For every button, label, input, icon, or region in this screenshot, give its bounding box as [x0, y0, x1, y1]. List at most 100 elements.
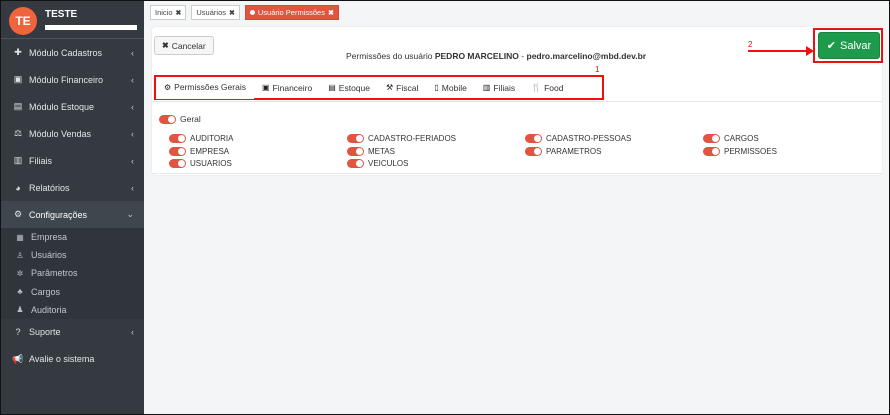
sidebar-subitem-auditoria[interactable]: ♟ Auditoria: [1, 301, 144, 319]
permission-cadastro-feriados: CADASTRO-FERIADOS: [347, 133, 525, 144]
tab-label: Estoque: [338, 82, 370, 93]
sidebar-subitem-usuarios[interactable]: ♙ Usuários: [1, 246, 144, 264]
tab-label: Usuário Permissões: [257, 8, 325, 17]
sidebar-subitem-parametros[interactable]: ✲ Parâmetros: [1, 264, 144, 282]
permission-parametros: PARAMETROS: [525, 146, 703, 157]
cog-icon: ✲: [16, 268, 24, 278]
sidebar-item-modulo-cadastros[interactable]: ✚ Módulo Cadastros ‹: [1, 39, 144, 66]
sidebar-item-label: Módulo Financeiro: [29, 74, 104, 85]
sidebar-item-label: Avalie o sistema: [29, 354, 95, 365]
app-window: TE TESTE ✚ Módulo Cadastros ‹ ▣ Módulo Finan…: [0, 0, 890, 415]
permission-label: CADASTRO-FERIADOS: [368, 134, 457, 143]
permission-auditoria: AUDITORIA: [169, 133, 347, 144]
save-label: Salvar: [840, 39, 872, 52]
annotation-arrow-line: [748, 50, 811, 52]
cancel-button[interactable]: ✖ Cancelar: [154, 36, 214, 55]
close-icon[interactable]: ✖: [176, 9, 182, 17]
permission-toggle[interactable]: [347, 134, 364, 143]
tabs-divider: [152, 101, 882, 102]
user-secret-icon: ♟: [16, 305, 24, 315]
tab-permissoes-gerais[interactable]: ⚙ Permissões Gerais: [156, 77, 254, 99]
sidebar-subitem-label: Auditoria: [31, 304, 67, 315]
save-button[interactable]: ✔ Salvar: [818, 32, 880, 59]
close-icon[interactable]: ✖: [328, 9, 334, 17]
chevron-down-icon: ⌄: [126, 209, 134, 219]
chevron-left-icon: ‹: [131, 155, 134, 166]
tab-label: Filiais: [493, 82, 516, 93]
mobile-icon: ▯: [434, 83, 439, 92]
geral-toggle[interactable]: [159, 114, 176, 124]
permission-label: VEICULOS: [368, 159, 409, 168]
building-icon: ▦: [16, 232, 24, 242]
archive-icon: ▤: [13, 101, 23, 111]
permission-toggle[interactable]: [703, 134, 720, 143]
geral-toggle-row: Geral: [159, 114, 201, 124]
card-divider: [152, 173, 882, 174]
sidebar-subitem-cargos[interactable]: ♣ Cargos: [1, 283, 144, 301]
tab-food[interactable]: 🍴 Food: [523, 77, 571, 98]
active-dot-icon: [249, 10, 255, 15]
permission-empresa: EMPRESA: [169, 146, 347, 157]
tab-usuario-permissoes[interactable]: Usuário Permissões ✖: [244, 5, 339, 20]
chevron-left-icon: ‹: [131, 101, 134, 112]
sidebar-item-avalie-o-sistema[interactable]: 📢 Avalie o sistema: [1, 346, 144, 373]
sidebar-item-modulo-estoque[interactable]: ▤ Módulo Estoque ‹: [1, 93, 144, 120]
permission-toggle[interactable]: [169, 159, 186, 168]
archive-icon: ▤: [328, 83, 336, 92]
tab-inicio[interactable]: Inicio ✖: [150, 5, 187, 20]
tab-fiscal[interactable]: ⚒ Fiscal: [378, 77, 426, 98]
sidebar-item-suporte[interactable]: ? Suporte ‹: [1, 319, 144, 346]
permission-toggle[interactable]: [347, 159, 364, 168]
sidebar-subitem-label: Empresa: [31, 232, 68, 243]
sidebar-item-configuracoes[interactable]: ⚙ Configurações ⌄: [1, 201, 144, 228]
title-user-email: pedro.marcelino@mbd.dev.br: [526, 51, 647, 61]
tab-label: Food: [544, 82, 564, 93]
permission-toggle[interactable]: [525, 146, 542, 156]
sidebar-subitem-empresa[interactable]: ▦ Empresa: [1, 228, 144, 246]
check-icon: ✔: [826, 40, 837, 52]
tab-mobile[interactable]: ▯ Mobile: [426, 77, 474, 98]
permission-toggle[interactable]: [525, 134, 542, 143]
permission-permissoes: PERMISSOES: [703, 146, 881, 157]
money-icon: ▣: [13, 74, 23, 84]
sidebar-subitem-label: Usuários: [31, 250, 67, 261]
permission-label: EMPRESA: [190, 146, 230, 156]
sidebar-item-modulo-vendas[interactable]: ⚖ Módulo Vendas ‹: [1, 120, 144, 147]
cogs-icon: ⚙: [13, 209, 23, 219]
chevron-left-icon: ‹: [131, 182, 134, 193]
permission-cadastro-pessoas: CADASTRO-PESSOAS: [525, 133, 703, 144]
tab-label: Usuários: [196, 8, 226, 17]
sidebar-item-relatorios[interactable]: ◕ Relatórios ‹: [1, 174, 144, 201]
close-icon: ✖: [162, 41, 169, 50]
permission-usuarios: USUARIOS: [169, 158, 347, 169]
permission-toggle[interactable]: [703, 146, 720, 156]
money-icon: ▣: [261, 83, 270, 92]
permission-toggle[interactable]: [347, 146, 364, 156]
bar-chart-icon: ▥: [482, 83, 491, 92]
permission-label: METAS: [368, 146, 395, 156]
sitemap-icon: ♣: [17, 287, 23, 297]
tab-filiais[interactable]: ▥ Filiais: [475, 77, 523, 98]
scale-icon: ⚖: [13, 128, 23, 138]
plus-icon: ✚: [14, 47, 22, 57]
permission-toggle[interactable]: [169, 146, 186, 156]
avatar[interactable]: TE: [9, 7, 37, 35]
bullhorn-icon: 📢: [12, 353, 24, 364]
permissions-grid: AUDITORIA CADASTRO-FERIADOS CADASTRO-PESSO…: [169, 133, 879, 169]
gavel-icon: ⚒: [386, 83, 394, 92]
title-prefix: Permissões do usuário: [346, 51, 433, 61]
sidebar-item-modulo-financeiro[interactable]: ▣ Módulo Financeiro ‹: [1, 66, 144, 93]
close-icon[interactable]: ✖: [229, 9, 235, 17]
permission-label: USUARIOS: [190, 159, 232, 168]
chevron-left-icon: ‹: [131, 128, 134, 139]
permission-label: PERMISSOES: [724, 146, 777, 156]
sidebar-item-filiais[interactable]: ▥ Filiais ‹: [1, 147, 144, 174]
chevron-left-icon: ‹: [131, 47, 134, 58]
permission-toggle[interactable]: [169, 134, 186, 143]
sidebar-item-label: Relatórios: [29, 182, 70, 193]
annotation-number-1: 1: [595, 65, 600, 74]
tab-estoque[interactable]: ▤ Estoque: [320, 77, 378, 98]
tab-usuarios[interactable]: Usuários ✖: [191, 5, 240, 20]
tab-financeiro[interactable]: ▣ Financeiro: [254, 77, 320, 98]
cancel-label: Cancelar: [171, 40, 206, 51]
